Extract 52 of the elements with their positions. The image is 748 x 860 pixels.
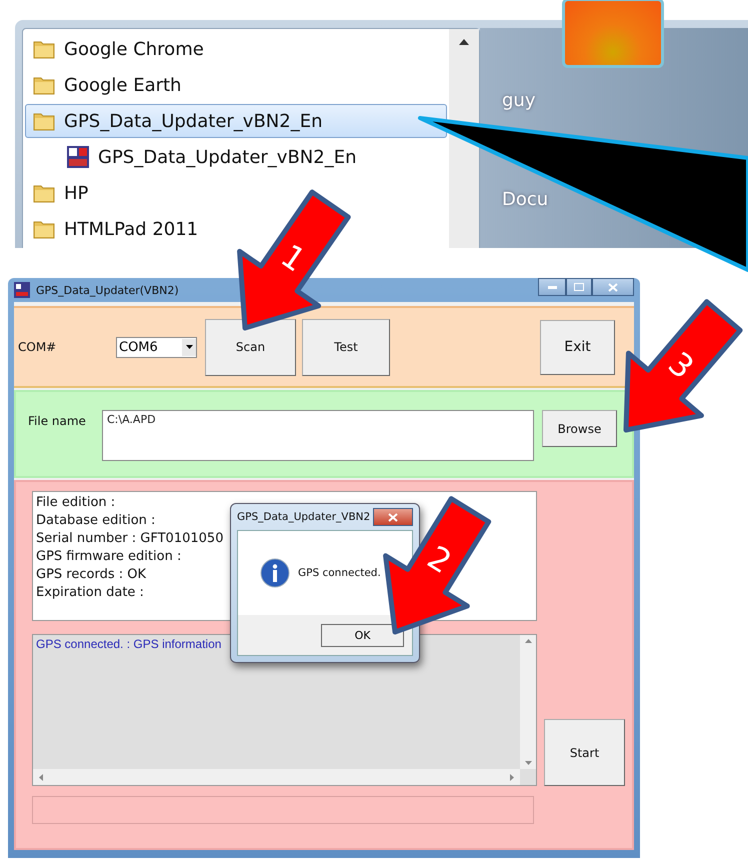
scrollbar[interactable] xyxy=(449,29,479,248)
scroll-up-icon[interactable] xyxy=(459,39,469,45)
info-line: Serial number : GFT0101050 xyxy=(36,530,224,548)
dialog-title: GPS_Data_Updater_VBN2 xyxy=(237,511,370,523)
close-button[interactable] xyxy=(592,278,634,296)
program-list-item[interactable]: Google Earth xyxy=(25,68,447,102)
vertical-scrollbar[interactable] xyxy=(520,635,536,769)
minimize-button[interactable] xyxy=(538,278,566,296)
step-number: 3 xyxy=(661,344,702,386)
item-label: Google Chrome xyxy=(64,38,204,60)
item-label: Google Earth xyxy=(64,74,182,96)
dialog-message: GPS connected. xyxy=(298,567,381,579)
minimize-icon xyxy=(548,286,556,288)
item-label: GPS_Data_Updater_vBN2_En xyxy=(64,110,322,132)
com-port-select[interactable]: COM6 xyxy=(116,336,197,358)
start-button[interactable]: Start xyxy=(544,719,625,786)
item-label: HTMLPad 2011 xyxy=(64,218,198,240)
close-icon xyxy=(388,512,398,522)
close-button[interactable] xyxy=(373,508,413,526)
app-icon xyxy=(14,282,30,298)
window-title: GPS_Data_Updater(VBN2) xyxy=(36,284,180,296)
item-label: GPS_Data_Updater_vBN2_En xyxy=(98,146,356,168)
log-text: GPS connected. : GPS information xyxy=(35,636,222,653)
close-icon xyxy=(608,282,618,292)
program-list-item[interactable]: Google Chrome xyxy=(25,32,447,66)
program-list-item[interactable]: GPS_Data_Updater_vBN2_En xyxy=(25,104,447,138)
program-list-item[interactable]: GPS_Data_Updater_vBN2_En xyxy=(25,140,447,174)
file-name-label: File name xyxy=(28,414,87,428)
maximize-button[interactable] xyxy=(566,278,592,296)
ok-button[interactable]: OK xyxy=(321,624,404,646)
info-line: GPS firmware edition : xyxy=(36,548,182,566)
scroll-down-icon[interactable] xyxy=(524,761,532,765)
horizontal-scrollbar[interactable] xyxy=(33,769,520,785)
step-number: 2 xyxy=(420,538,458,582)
dropdown-caret-icon xyxy=(186,345,192,349)
info-line: GPS records : OK xyxy=(36,566,146,584)
toolbar-button[interactable]: Scan xyxy=(205,318,296,376)
info-icon xyxy=(260,558,290,588)
maximize-icon xyxy=(574,283,584,291)
file-name-field[interactable]: C:\A.APD xyxy=(102,410,534,461)
scroll-left-icon[interactable] xyxy=(39,774,43,780)
program-icon xyxy=(66,145,90,169)
info-line: Expiration date : xyxy=(36,584,144,602)
info-line: File edition : xyxy=(36,494,116,512)
com-label: COM# xyxy=(18,340,58,354)
scroll-right-icon[interactable] xyxy=(510,774,514,780)
exit-button[interactable]: Exit xyxy=(540,320,615,374)
item-label: HP xyxy=(64,182,88,204)
browse-button[interactable]: Browse xyxy=(542,410,617,447)
info-line: Database edition : xyxy=(36,512,156,530)
program-list-item[interactable]: HP xyxy=(25,176,447,210)
toolbar-button[interactable]: Test xyxy=(302,318,390,376)
